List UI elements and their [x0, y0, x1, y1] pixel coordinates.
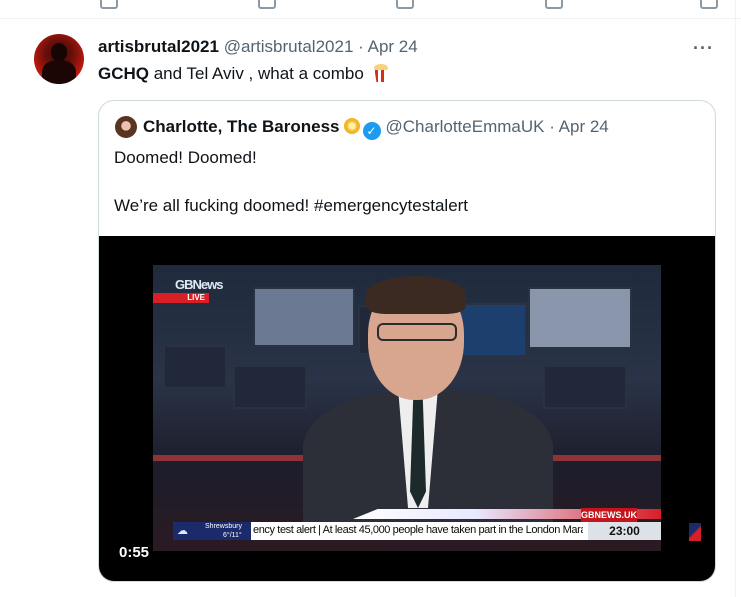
rain-cloud-icon: ☁ — [177, 525, 188, 537]
quoted-handle[interactable]: @CharlotteEmmaUK — [386, 117, 545, 136]
author-handle[interactable]: @artisbrutal2021 — [224, 37, 354, 56]
news-ticker: ☁ Shrewsbury 6°/11° ency test alert | At… — [173, 522, 661, 540]
tweet-date[interactable]: Apr 24 — [368, 37, 418, 56]
timeline-divider — [735, 0, 736, 597]
quoted-header: Charlotte, The Baroness ✓ @CharlotteEmmaUK… — [143, 117, 609, 140]
dizzy-star-emoji-icon — [343, 118, 360, 134]
popcorn-emoji-icon — [373, 64, 389, 82]
presenter — [303, 276, 553, 532]
ticker-clock: 23:00 — [588, 522, 661, 540]
quoted-text-line1: Doomed! Doomed! — [114, 148, 257, 167]
views-icon[interactable] — [545, 0, 563, 9]
video-duration: 0:55 — [119, 544, 150, 561]
tweet-text-rest: and Tel Aviv , what a combo — [149, 64, 364, 83]
live-badge: LIVE — [153, 293, 209, 303]
channel-logo: GBNews — [175, 277, 223, 292]
share-icon[interactable] — [700, 0, 718, 9]
verified-badge-icon: ✓ — [362, 122, 381, 140]
quoted-avatar[interactable] — [115, 116, 137, 138]
author-name[interactable]: artisbrutal2021 — [98, 37, 219, 56]
quoted-separator: · — [549, 117, 555, 136]
tweet-header: artisbrutal2021 @artisbrutal2021 · Apr 2… — [98, 37, 418, 57]
more-options-icon[interactable]: ··· — [693, 38, 714, 59]
weather-box: ☁ Shrewsbury 6°/11° — [173, 522, 251, 540]
weather-city: Shrewsbury — [205, 523, 242, 530]
weather-temps: 6°/11° — [223, 532, 242, 539]
avatar[interactable] — [34, 34, 84, 84]
tweet-text-bold: GCHQ — [98, 64, 149, 83]
quoted-date[interactable]: Apr 24 — [559, 117, 609, 136]
site-tag: GBNEWS.UK — [581, 508, 637, 522]
quoted-author-name[interactable]: Charlotte, The Baroness — [143, 117, 340, 136]
ticker-text: ency test alert | At least 45,000 people… — [253, 524, 583, 536]
video-player[interactable]: GBNews LIVE GBNEWS.UK ☁ Shrewsbury 6°/11… — [99, 236, 715, 581]
reply-icon[interactable] — [100, 0, 118, 9]
channel-corner-icon — [689, 523, 701, 541]
previous-tweet-actions — [0, 0, 741, 19]
tweet-text: GCHQ and Tel Aviv , what a combo — [98, 64, 389, 84]
like-icon[interactable] — [396, 0, 414, 9]
retweet-icon[interactable] — [258, 0, 276, 9]
quoted-text-line2: We’re all fucking doomed! #emergencytest… — [114, 196, 469, 215]
separator: · — [358, 37, 364, 56]
quoted-tweet[interactable]: Charlotte, The Baroness ✓ @CharlotteEmmaUK… — [98, 100, 716, 582]
video-frame: GBNews LIVE GBNEWS.UK ☁ Shrewsbury 6°/11… — [153, 265, 661, 551]
